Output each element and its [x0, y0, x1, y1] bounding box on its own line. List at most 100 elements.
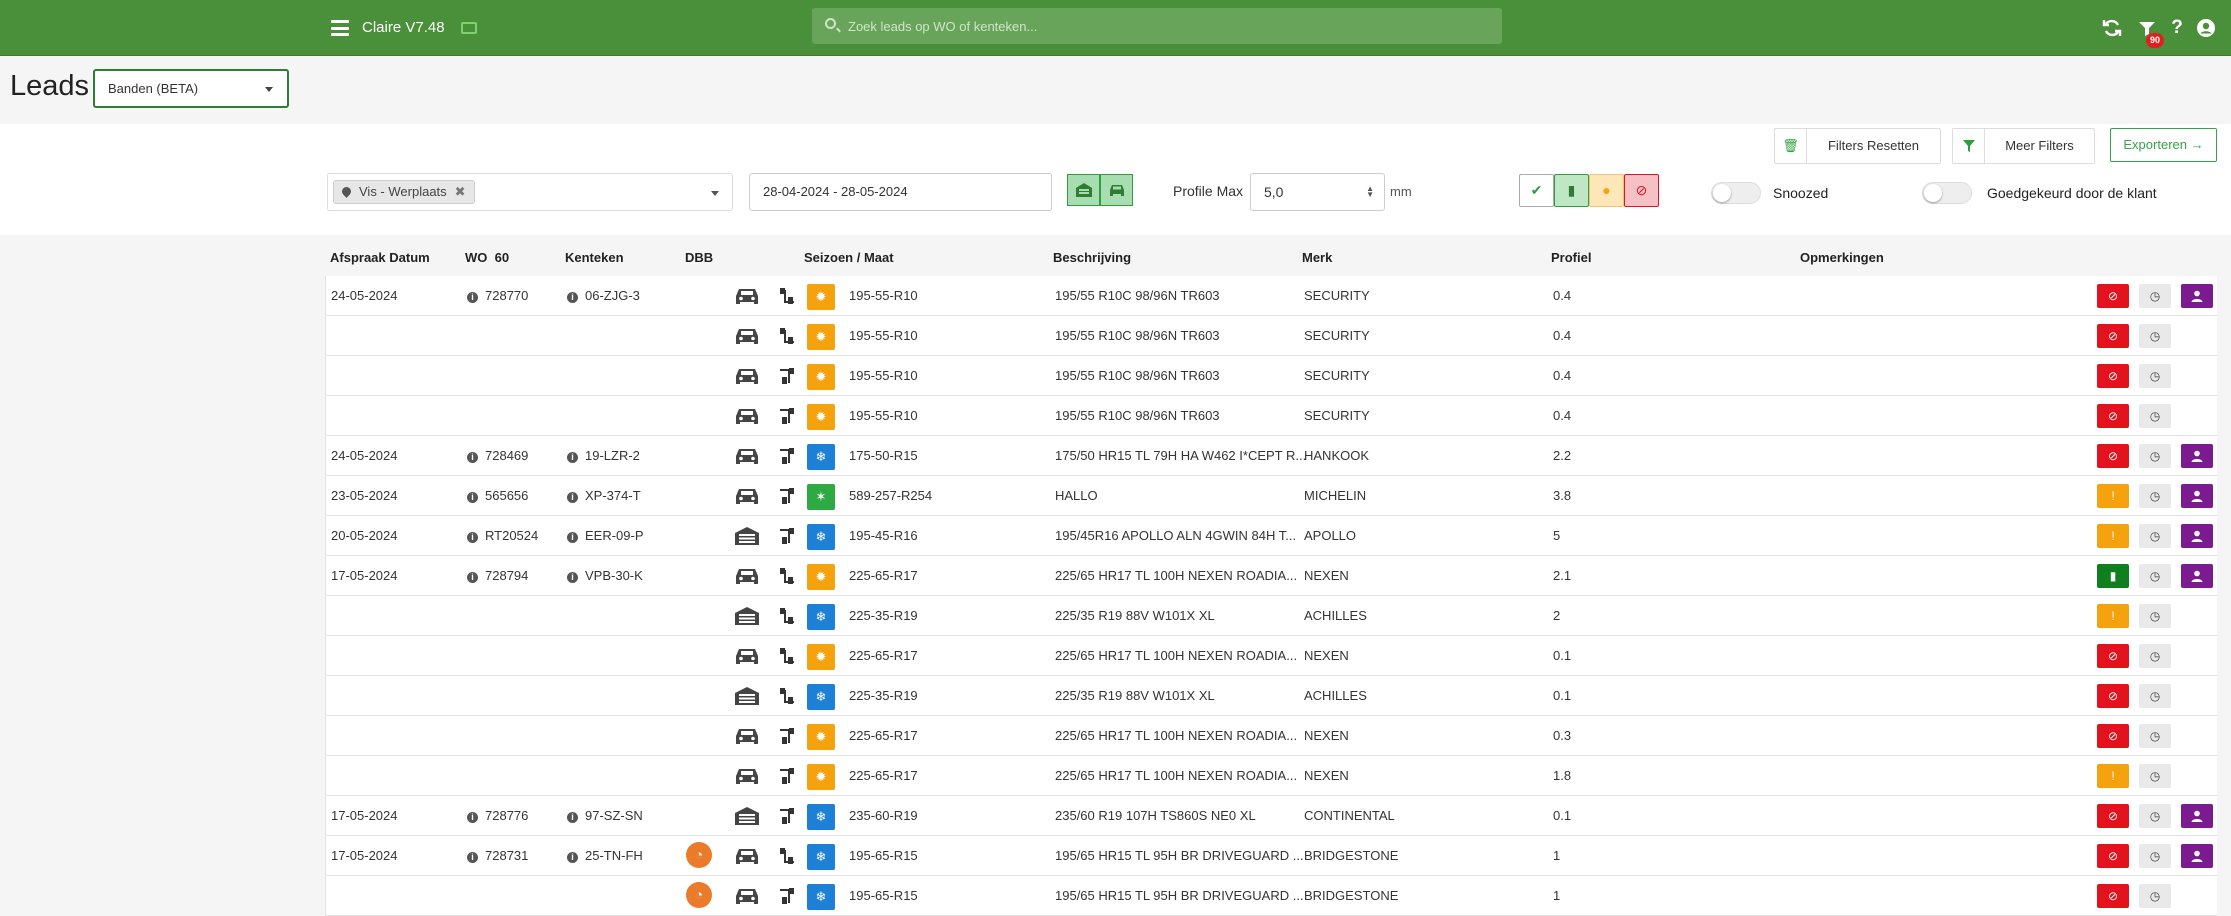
snooze-button[interactable]: ◷ — [2139, 764, 2171, 788]
wo-number[interactable]: i 565656 — [467, 488, 528, 503]
table-row[interactable]: 17-05-2024 i 728794 i VPB-30-K ✹ 225-65-R17 225… — [325, 556, 2217, 596]
col-plate[interactable]: Kenteken — [565, 250, 624, 265]
snooze-button[interactable]: ◷ — [2139, 884, 2171, 908]
assign-user-button[interactable] — [2181, 284, 2213, 308]
col-profile[interactable]: Profiel — [1551, 250, 1591, 265]
info-icon[interactable]: i — [567, 452, 578, 463]
snooze-button[interactable]: ◷ — [2139, 684, 2171, 708]
location-select[interactable]: Vis - Werplaats ✖ — [327, 173, 733, 211]
assign-user-button[interactable] — [2181, 444, 2213, 468]
refresh-icon[interactable] — [2102, 18, 2122, 38]
cast-icon[interactable] — [461, 22, 477, 34]
export-button[interactable]: Exporteren → — [2110, 128, 2217, 162]
wo-number[interactable]: i 728770 — [467, 288, 528, 303]
license-plate[interactable]: i 25-TN-FH — [567, 848, 643, 863]
wo-number[interactable]: i 728776 — [467, 808, 528, 823]
approved-status-toggle[interactable]: ✔ — [1519, 174, 1554, 207]
menu-icon[interactable] — [331, 20, 349, 36]
table-row[interactable]: ✹ 225-65-R17 225/65 HR17 TL 100H NEXEN ROA… — [325, 756, 2217, 796]
table-row[interactable]: 24-05-2024 i 728469 i 19-LZR-2 ❄ 175-50-R15 175… — [325, 436, 2217, 476]
status-orange-button[interactable]: ! — [2097, 604, 2129, 628]
snooze-button[interactable]: ◷ — [2139, 644, 2171, 668]
info-icon[interactable]: i — [567, 812, 578, 823]
snooze-button[interactable]: ◷ — [2139, 724, 2171, 748]
assign-user-button[interactable] — [2181, 844, 2213, 868]
license-plate[interactable]: i XP-374-T — [567, 488, 641, 503]
info-icon[interactable]: i — [467, 532, 478, 543]
info-icon[interactable]: i — [467, 452, 478, 463]
storage-filter-toggle[interactable] — [1067, 174, 1100, 206]
info-icon[interactable]: i — [467, 492, 478, 503]
table-row[interactable]: ◔ ❄ 195-65-R15 195/65 HR15 TL 95H BR DRIVEG… — [325, 876, 2217, 916]
table-row[interactable]: 17-05-2024 i 728731 i 25-TN-FH ◔ ❄ 195-65-R15 19… — [325, 836, 2217, 876]
info-icon[interactable]: i — [467, 572, 478, 583]
remove-chip-icon[interactable]: ✖ — [455, 184, 466, 199]
snooze-button[interactable]: ◷ — [2139, 284, 2171, 308]
license-plate[interactable]: i EER-09-P — [567, 528, 644, 543]
table-row[interactable]: ❄ 225-35-R19 225/35 R19 88V W101X XL ACHILL… — [325, 676, 2217, 716]
car-filter-toggle[interactable] — [1100, 174, 1133, 206]
more-filters-button[interactable]: Meer Filters — [1952, 128, 2095, 164]
info-icon[interactable]: i — [567, 532, 578, 543]
status-red-button[interactable]: ⊘ — [2097, 284, 2129, 308]
license-plate[interactable]: i 19-LZR-2 — [567, 448, 640, 463]
table-row[interactable]: 23-05-2024 i 565656 i XP-374-T ✶ 589-257-R254 H… — [325, 476, 2217, 516]
quote-status-toggle[interactable]: ▮ — [1554, 174, 1589, 207]
snooze-button[interactable]: ◷ — [2139, 324, 2171, 348]
col-season-size[interactable]: Seizoen / Maat — [804, 250, 894, 265]
wo-number[interactable]: i 728731 — [467, 848, 528, 863]
wo-number[interactable]: i 728469 — [467, 448, 528, 463]
snooze-button[interactable]: ◷ — [2139, 404, 2171, 428]
snooze-button[interactable]: ◷ — [2139, 484, 2171, 508]
table-row[interactable]: ❄ 225-35-R19 225/35 R19 88V W101X XL ACHILL… — [325, 596, 2217, 636]
snooze-button[interactable]: ◷ — [2139, 444, 2171, 468]
status-red-button[interactable]: ⊘ — [2097, 844, 2129, 868]
stepper-icon[interactable]: ▲ ▼ — [1366, 185, 1374, 199]
approved-by-customer-toggle[interactable] — [1922, 182, 1972, 204]
status-orange-button[interactable]: ! — [2097, 484, 2129, 508]
license-plate[interactable]: i VPB-30-K — [567, 568, 643, 583]
col-date[interactable]: Afspraak Datum — [330, 250, 430, 265]
license-plate[interactable]: i 97-SZ-SN — [567, 808, 643, 823]
lead-type-select[interactable]: Banden (BETA) — [93, 69, 289, 108]
assign-user-button[interactable] — [2181, 804, 2213, 828]
col-wo[interactable]: WO 60 — [465, 250, 509, 265]
date-range-input[interactable]: 28-04-2024 - 28-05-2024 — [749, 173, 1052, 211]
status-red-button[interactable]: ⊘ — [2097, 404, 2129, 428]
info-icon[interactable]: i — [567, 492, 578, 503]
reset-filters-button[interactable]: 🗑 Filters Resetten — [1774, 128, 1941, 164]
table-row[interactable]: ✹ 225-65-R17 225/65 HR17 TL 100H NEXEN ROA… — [325, 716, 2217, 756]
status-red-button[interactable]: ⊘ — [2097, 884, 2129, 908]
status-orange-button[interactable]: ! — [2097, 764, 2129, 788]
info-icon[interactable]: i — [467, 852, 478, 863]
table-row[interactable]: 20-05-2024 i RT20524 i EER-09-P ❄ 195-45-R16 19… — [325, 516, 2217, 556]
table-row[interactable]: ✹ 195-55-R10 195/55 R10C 98/96N TR603 SECUR… — [325, 396, 2217, 436]
status-orange-button[interactable]: ! — [2097, 524, 2129, 548]
warning-status-toggle[interactable]: ● — [1589, 174, 1624, 207]
status-red-button[interactable]: ⊘ — [2097, 444, 2129, 468]
user-icon[interactable] — [2196, 18, 2216, 38]
info-icon[interactable]: i — [567, 572, 578, 583]
info-icon[interactable]: i — [467, 292, 478, 303]
snooze-button[interactable]: ◷ — [2139, 804, 2171, 828]
info-icon[interactable]: i — [467, 812, 478, 823]
table-row[interactable]: 17-05-2024 i 728776 i 97-SZ-SN ❄ 235-60-R19 235… — [325, 796, 2217, 836]
assign-user-button[interactable] — [2181, 564, 2213, 588]
snooze-button[interactable]: ◷ — [2139, 364, 2171, 388]
status-red-button[interactable]: ⊘ — [2097, 324, 2129, 348]
snoozed-toggle[interactable] — [1711, 182, 1761, 204]
col-description[interactable]: Beschrijving — [1053, 250, 1131, 265]
assign-user-button[interactable] — [2181, 484, 2213, 508]
help-icon[interactable]: ? — [2167, 18, 2187, 38]
snooze-button[interactable]: ◷ — [2139, 564, 2171, 588]
license-plate[interactable]: i 06-ZJG-3 — [567, 288, 640, 303]
status-green-button[interactable]: ▮ — [2097, 564, 2129, 588]
status-red-button[interactable]: ⊘ — [2097, 724, 2129, 748]
info-icon[interactable]: i — [567, 852, 578, 863]
col-dbb[interactable]: DBB — [685, 250, 713, 265]
assign-user-button[interactable] — [2181, 524, 2213, 548]
table-row[interactable]: ✹ 195-55-R10 195/55 R10C 98/96N TR603 SECUR… — [325, 316, 2217, 356]
status-red-button[interactable]: ⊘ — [2097, 364, 2129, 388]
snooze-button[interactable]: ◷ — [2139, 524, 2171, 548]
col-brand[interactable]: Merk — [1302, 250, 1332, 265]
